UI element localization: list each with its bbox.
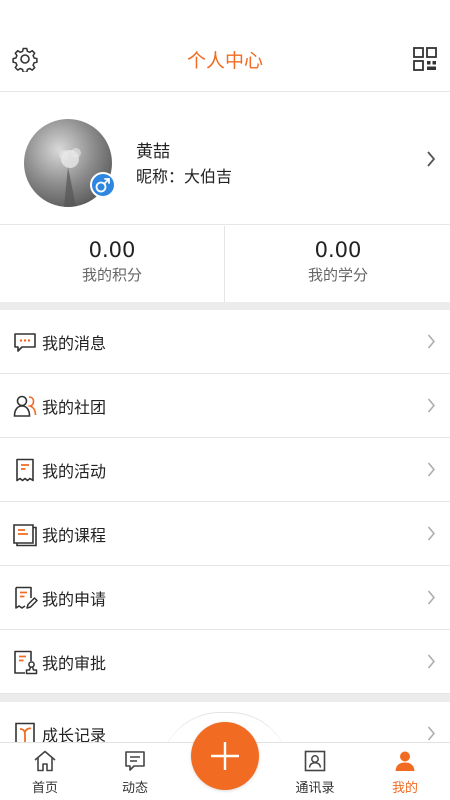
chevron-right-icon [427,462,436,481]
tab-label: 首页 [31,781,58,796]
feed-icon [125,751,145,771]
tab-label: 动态 [121,781,148,796]
menu-item-label: 我的活动 [42,462,107,481]
approval-icon [12,649,38,675]
tab-feed[interactable]: 动态 [90,743,180,800]
profile-name: 黄喆 [136,142,170,162]
menu-item-label: 成长记录 [42,726,107,742]
qr-code-icon[interactable] [412,46,438,72]
stat-value: 0.00 [88,238,136,262]
stat-label: 我的积分 [81,266,142,284]
contacts-icon [304,750,326,772]
menu-item-label: 我的课程 [42,526,107,545]
message-icon [12,329,38,355]
top-header: 个人中心 [0,0,450,92]
group-icon [12,393,38,419]
chevron-right-icon [427,398,436,417]
male-gender-icon [90,172,116,198]
add-button[interactable] [191,722,259,790]
tab-mine[interactable]: 我的 [360,743,450,800]
section-gap [0,302,450,310]
tab-home[interactable]: 首页 [0,743,90,800]
menu-item-label: 我的社团 [42,398,107,417]
stat-points[interactable]: 0.00 我的积分 [0,226,224,302]
chevron-right-icon [427,726,436,742]
menu-item-courses[interactable]: 我的课程 [0,502,450,566]
menu-item-label: 我的申请 [42,590,107,609]
course-icon [12,521,38,547]
chevron-right-icon [427,526,436,545]
page-title: 个人中心 [186,50,263,72]
stat-credits[interactable]: 0.00 我的学分 [226,226,450,302]
stats-row: 0.00 我的积分 0.00 我的学分 [0,226,450,302]
activity-icon [12,457,38,483]
section-gap [0,694,450,702]
application-icon [12,585,38,611]
profile-nickname: 昵称：大伯吉 [136,167,233,186]
chevron-right-icon [427,334,436,353]
stat-label: 我的学分 [307,266,368,284]
menu-list: 我的消息 我的社团 我的活动 我的课程 我的申请 我的审批 [0,310,450,694]
menu-item-activities[interactable]: 我的活动 [0,438,450,502]
chevron-right-icon [427,654,436,673]
tab-contacts[interactable]: 通讯录 [270,743,360,800]
plus-icon [211,742,239,770]
chevron-right-icon [426,151,436,171]
menu-item-label: 我的审批 [42,654,107,673]
home-icon [34,750,56,772]
chevron-right-icon [427,590,436,609]
user-icon [395,751,415,771]
menu-item-messages[interactable]: 我的消息 [0,310,450,374]
growth-record-icon [12,721,38,742]
tab-label: 我的 [391,781,418,796]
menu-item-label: 我的消息 [42,334,107,353]
profile-card[interactable]: 黄喆 昵称：大伯吉 [0,93,450,225]
stat-value: 0.00 [314,238,362,262]
menu-item-clubs[interactable]: 我的社团 [0,374,450,438]
divider [224,226,225,302]
menu-item-applications[interactable]: 我的申请 [0,566,450,630]
tab-label: 通讯录 [295,781,335,796]
menu-item-approvals[interactable]: 我的审批 [0,630,450,694]
